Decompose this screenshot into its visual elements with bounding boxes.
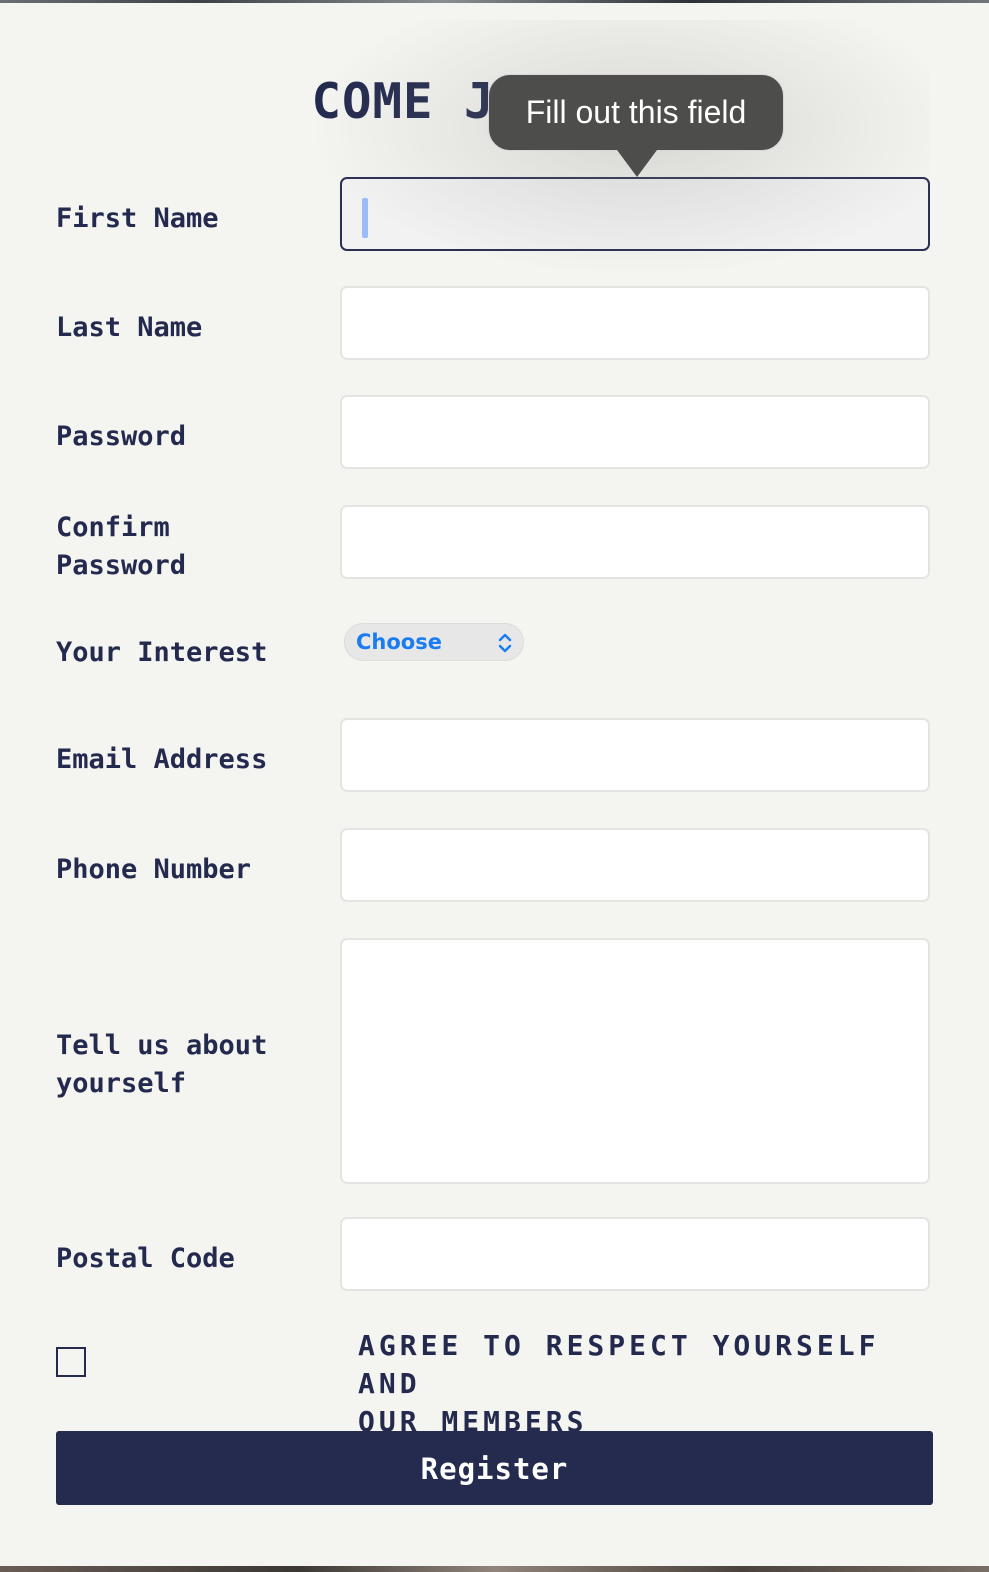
agree-text-line1: AGREE TO RESPECT YOURSELF AND: [358, 1329, 880, 1400]
register-button[interactable]: Register: [56, 1431, 933, 1505]
last-name-input[interactable]: [340, 286, 930, 360]
email-label: Email Address: [56, 744, 268, 775]
tooltip-shadow: [280, 20, 930, 290]
postal-code-label: Postal Code: [56, 1243, 235, 1274]
password-label: Password: [56, 421, 187, 452]
agree-text: AGREE TO RESPECT YOURSELF AND OUR MEMBER…: [358, 1327, 958, 1441]
first-name-label: First Name: [56, 203, 219, 234]
postal-code-input[interactable]: [340, 1217, 930, 1291]
about-label-line2: yourself: [56, 1068, 187, 1099]
chevron-up-down-icon: [498, 633, 512, 653]
confirm-password-input[interactable]: [340, 505, 930, 579]
validation-tooltip: Fill out this field: [488, 74, 784, 151]
agree-checkbox[interactable]: [56, 1347, 86, 1377]
phone-input[interactable]: [340, 828, 930, 902]
confirm-password-label-line1: Confirm: [56, 512, 170, 543]
validation-tooltip-arrow: [617, 150, 657, 177]
phone-label: Phone Number: [56, 854, 252, 885]
email-input[interactable]: [340, 718, 930, 792]
interest-select[interactable]: Choose: [344, 623, 524, 661]
background-strip-bottom: [0, 1566, 989, 1572]
confirm-password-label: Confirm Password: [56, 509, 316, 585]
about-label: Tell us about yourself: [56, 1027, 316, 1103]
last-name-label: Last Name: [56, 312, 203, 343]
interest-select-value: Choose: [356, 630, 442, 654]
about-label-line1: Tell us about: [56, 1030, 268, 1061]
password-input[interactable]: [340, 395, 930, 469]
confirm-password-label-line2: Password: [56, 550, 187, 581]
about-textarea[interactable]: [340, 938, 930, 1184]
interest-label: Your Interest: [56, 637, 268, 668]
